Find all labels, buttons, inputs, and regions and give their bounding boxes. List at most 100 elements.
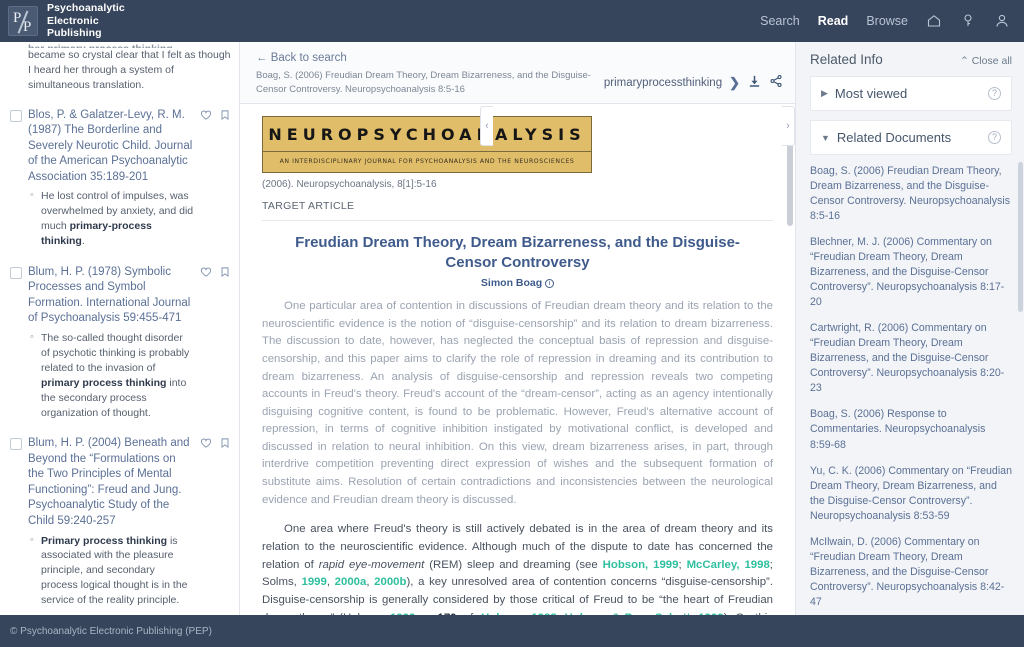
citation-link[interactable]: Hobson & Pace-Schott, 1999 (565, 612, 724, 615)
related-document-item[interactable]: Blechner, M. J. (2006) Commentary on “Fr… (810, 235, 1012, 310)
document-author-name: Simon Boag (480, 277, 543, 290)
par1-s6: , (366, 576, 375, 589)
citation-link[interactable]: 1999 (301, 576, 326, 588)
section-related-documents[interactable]: ▼ Related Documents ? (810, 120, 1012, 155)
document-header: ← Back to search Boag, S. (2006) Freudia… (240, 42, 795, 104)
result-content: Blos, P. & Galatzer-Levy, R. M. (1987) T… (28, 108, 194, 249)
bookmark-icon[interactable] (219, 437, 231, 608)
document-abstract: One particular area of contention in dis… (262, 298, 773, 509)
journal-masthead-title: NEUROPSYCHOANALYSIS (263, 117, 591, 152)
related-document-item[interactable]: McIlwain, D. (2006) Commentary on “Freud… (810, 535, 1012, 610)
section-label: Related Documents (836, 130, 952, 145)
next-document-button[interactable]: › (782, 106, 795, 146)
result-checkbox[interactable] (10, 109, 22, 122)
home-icon[interactable] (926, 13, 942, 29)
share-icon[interactable] (769, 74, 783, 91)
help-icon[interactable]: ? (988, 131, 1001, 144)
main-body: her primary process thinking became so c… (0, 42, 1024, 615)
result-item[interactable]: Blum, H. P. (2004) Beneath and Beyond th… (8, 429, 233, 615)
par1-s5: , (326, 576, 335, 589)
top-navigation: Search Read Browse (760, 13, 1010, 29)
citation-link[interactable]: 1999 (390, 612, 415, 615)
document-kicker: TARGET ARTICLE (262, 199, 355, 212)
abstract-text: One particular area of contention in dis… (262, 300, 773, 506)
search-results-panel[interactable]: her primary process thinking became so c… (0, 42, 240, 615)
result-title[interactable]: Blos, P. & Galatzer-Levy, R. M. (1987) T… (28, 108, 194, 186)
section-most-viewed[interactable]: ▶ Most viewed ? (810, 76, 1012, 111)
document-scroll-area[interactable]: NEUROPSYCHOANALYSIS AN INTERDISCIPLINARY… (240, 104, 795, 615)
result-snippet: The so-called thought disorder of psycho… (28, 330, 194, 420)
brand-logo-block[interactable]: P P Psychoanalytic Electronic Publishing (8, 2, 125, 40)
related-document-item[interactable]: Boag, S. (2006) Response to Commentaries… (810, 407, 1012, 452)
result-content: Blum, H. P. (1978) Symbolic Processes an… (28, 265, 194, 421)
favorite-heart-icon[interactable] (200, 109, 212, 249)
key-icon[interactable] (960, 13, 976, 29)
par1-s8: , p. (415, 612, 437, 615)
result-actions (200, 265, 231, 421)
user-icon[interactable] (994, 13, 1010, 29)
nav-item-search[interactable]: Search (760, 14, 800, 28)
pep-reader-app: P P Psychoanalytic Electronic Publishing… (0, 0, 1024, 647)
result-snippet-list: Primary process thinking is associated w… (28, 533, 194, 609)
page-ref[interactable]: 170 (438, 612, 457, 615)
result-snippet: He lost control of impulses, was overwhe… (28, 188, 194, 249)
snippet-highlight: Primary process thinking (41, 534, 168, 547)
brand-line-2: Electronic (47, 14, 99, 27)
citation-link[interactable]: 2000b (374, 576, 406, 588)
citation-link[interactable]: McCarley, 1998 (687, 559, 770, 571)
footer-copyright: © Psychoanalytic Electronic Publishing (… (10, 625, 212, 637)
result-item[interactable]: Blum, H. P. (1978) Symbolic Processes an… (8, 258, 233, 430)
nav-item-browse[interactable]: Browse (866, 14, 908, 28)
back-to-search-link[interactable]: ← Back to search (256, 52, 347, 64)
result-title[interactable]: Blum, H. P. (1978) Symbolic Processes an… (28, 265, 194, 327)
close-all-button[interactable]: ⌃ Close all (960, 55, 1012, 67)
result-actions (200, 436, 231, 608)
result-snippet: Primary process thinking is associated w… (28, 533, 194, 609)
partial-cut-line: her primary process thinking (28, 42, 231, 48)
bookmark-icon[interactable] (219, 109, 231, 249)
citation-link[interactable]: Hobson, 1988 (481, 612, 557, 615)
favorite-heart-icon[interactable] (200, 266, 212, 421)
bookmark-icon[interactable] (219, 266, 231, 421)
snippet-pre: The so-called thought disorder of psycho… (41, 331, 190, 374)
abstract-indent (262, 300, 284, 312)
nav-item-read[interactable]: Read (818, 14, 849, 28)
document-issue-line: (2006). Neuropsychoanalysis, 8[1]:5-16 (262, 178, 437, 190)
snippet-post: . (81, 235, 85, 248)
par1-s10: ; (557, 612, 565, 615)
document-paragraph-1: One area where Freud's theory is still a… (262, 521, 773, 615)
help-icon[interactable]: ? (988, 87, 1001, 100)
search-hit-navigator: primaryprocessthinking ❯ (604, 74, 783, 92)
journal-masthead-image: NEUROPSYCHOANALYSIS AN INTERDISCIPLINARY… (262, 115, 592, 173)
related-document-item[interactable]: Boag, S. (2006) Freudian Dream Theory, D… (810, 164, 1012, 224)
result-checkbox[interactable] (10, 266, 22, 279)
favorite-heart-icon[interactable] (200, 437, 212, 608)
document-citation: Boag, S. (2006) Freudian Dream Theory, D… (256, 70, 591, 95)
related-info-title: Related Info (810, 52, 883, 67)
download-icon[interactable] (747, 74, 762, 92)
result-snippet-list: He lost control of impulses, was overwhe… (28, 188, 194, 249)
related-document-item[interactable]: Yu, C. K. (2006) Commentary on “Freudian… (810, 464, 1012, 524)
pep-logo-icon: P P (8, 5, 38, 36)
citation-link[interactable]: 2000a (335, 576, 367, 588)
related-info-panel[interactable]: Related Info ⌃ Close all ▶ Most viewed ?… (795, 42, 1024, 615)
next-hit-icon[interactable]: ❯ (729, 75, 740, 91)
author-info-icon[interactable]: i (545, 279, 555, 289)
footer-bar: © Psychoanalytic Electronic Publishing (… (0, 615, 1024, 647)
par1-s2: (REM) sleep and dreaming (see (424, 558, 603, 571)
logo-letter-p2: P (23, 18, 32, 35)
brand-line-1: Psychoanalytic (47, 1, 125, 14)
chevron-down-icon: ▼ (821, 132, 830, 143)
citation-link[interactable]: Hobson, 1999 (603, 559, 679, 571)
related-panel-scrollbar[interactable] (1018, 162, 1023, 312)
back-to-search-label: Back to search (270, 52, 347, 64)
related-document-item[interactable]: Cartwright, R. (2006) Commentary on “Fre… (810, 321, 1012, 396)
previous-document-button[interactable]: ‹ (480, 106, 493, 146)
result-actions (200, 108, 231, 249)
top-header-bar: P P Psychoanalytic Electronic Publishing… (0, 0, 1024, 42)
par1-emphasis: rapid eye-movement (318, 558, 425, 571)
result-title[interactable]: Blum, H. P. (2004) Beneath and Beyond th… (28, 436, 194, 529)
result-checkbox[interactable] (10, 438, 22, 451)
result-item[interactable]: Blos, P. & Galatzer-Levy, R. M. (1987) T… (8, 101, 233, 258)
related-info-header: Related Info ⌃ Close all (810, 52, 1012, 67)
